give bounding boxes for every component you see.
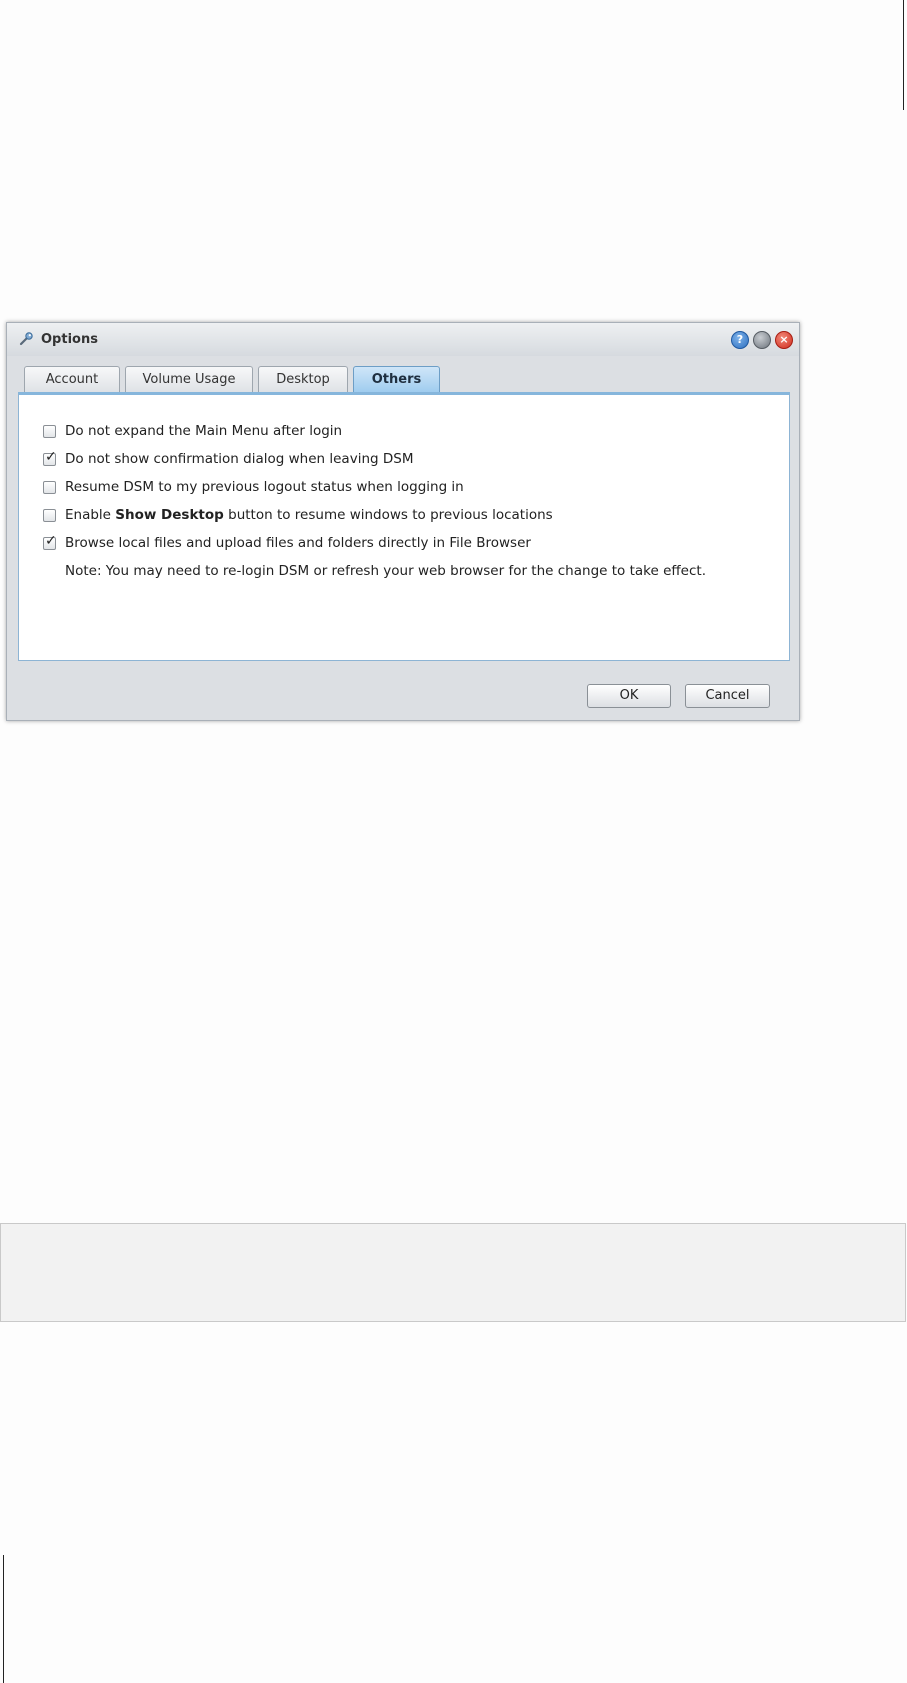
tab-others[interactable]: Others xyxy=(353,366,440,394)
minimize-button[interactable] xyxy=(753,331,771,349)
checkbox[interactable]: ✓ xyxy=(43,533,57,550)
checkbox[interactable]: ✓ xyxy=(43,449,57,466)
checkmark-icon: ✓ xyxy=(45,449,57,465)
others-settings-panel: Do not expand the Main Menu after login … xyxy=(18,392,790,661)
note-callout-box xyxy=(0,1223,906,1322)
close-button[interactable]: × xyxy=(775,331,793,349)
checkbox[interactable] xyxy=(43,509,56,522)
option-label: Do not expand the Main Menu after login xyxy=(65,423,343,439)
cancel-button[interactable]: Cancel xyxy=(685,684,770,708)
option-label: Browse local files and upload files and … xyxy=(65,535,531,551)
options-wrench-icon xyxy=(19,332,33,346)
note-text: Note: You may need to re-login DSM or re… xyxy=(65,563,706,579)
tab-account[interactable]: Account xyxy=(24,366,120,392)
dialog-titlebar[interactable]: Options ? × xyxy=(7,323,799,356)
ok-button[interactable]: OK xyxy=(587,684,671,708)
checkmark-icon: ✓ xyxy=(45,533,57,549)
page-edge-line-bottom xyxy=(3,1555,4,1683)
option-label: Resume DSM to my previous logout status … xyxy=(65,479,464,495)
checkbox[interactable] xyxy=(43,481,56,494)
tab-desktop[interactable]: Desktop xyxy=(258,366,348,392)
tab-volume-usage[interactable]: Volume Usage xyxy=(125,366,253,392)
page-edge-line-top xyxy=(903,0,904,110)
show-desktop-emphasis: Show Desktop xyxy=(115,507,224,523)
dialog-title: Options xyxy=(41,332,98,347)
checkbox[interactable] xyxy=(43,425,56,438)
option-label: Enable Show Desktop button to resume win… xyxy=(65,507,553,523)
option-label: Do not show confirmation dialog when lea… xyxy=(65,451,414,467)
help-button[interactable]: ? xyxy=(731,331,749,349)
close-icon: × xyxy=(779,333,789,346)
options-dialog: Options ? × Account Volume Usage Desktop… xyxy=(6,322,800,721)
help-icon: ? xyxy=(736,333,744,346)
